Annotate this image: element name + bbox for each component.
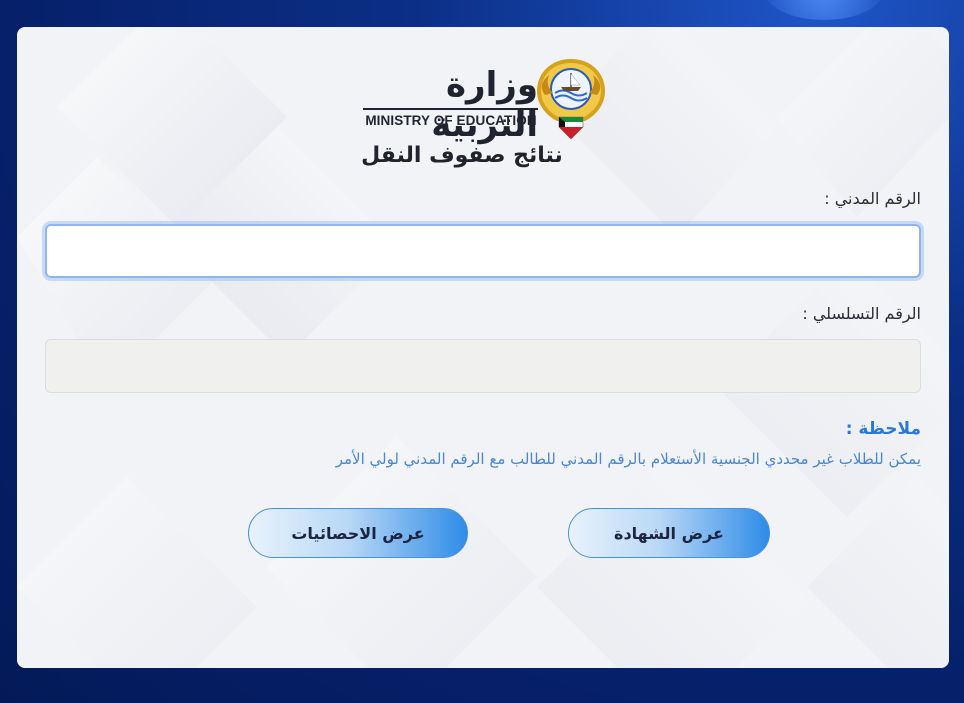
note-text: يمكن للطلاب غير محددي الجنسية الأستعلام …	[335, 450, 921, 468]
view-statistics-button[interactable]: عرض الاحصائيات	[248, 508, 468, 558]
main-card: وزارة التربية MINISTRY OF EDUCATION نتائ…	[17, 27, 949, 668]
view-certificate-button[interactable]: عرض الشهادة	[568, 508, 770, 558]
ministry-name-english: MINISTRY OF EDUCATION	[365, 113, 537, 128]
serial-number-label: الرقم التسلسلي :	[802, 304, 921, 323]
serial-number-input[interactable]	[45, 339, 921, 393]
header: وزارة التربية MINISTRY OF EDUCATION نتائ…	[17, 55, 949, 175]
page-title: نتائج صفوف النقل	[361, 143, 563, 168]
background-glow	[764, 0, 884, 20]
civil-id-input[interactable]	[45, 224, 921, 278]
civil-id-label: الرقم المدني :	[824, 189, 921, 208]
kuwait-emblem-icon	[537, 59, 605, 140]
logo-divider	[363, 108, 538, 110]
note-title: ملاحظة :	[845, 419, 921, 439]
ministry-name-arabic: وزارة التربية	[431, 65, 538, 145]
